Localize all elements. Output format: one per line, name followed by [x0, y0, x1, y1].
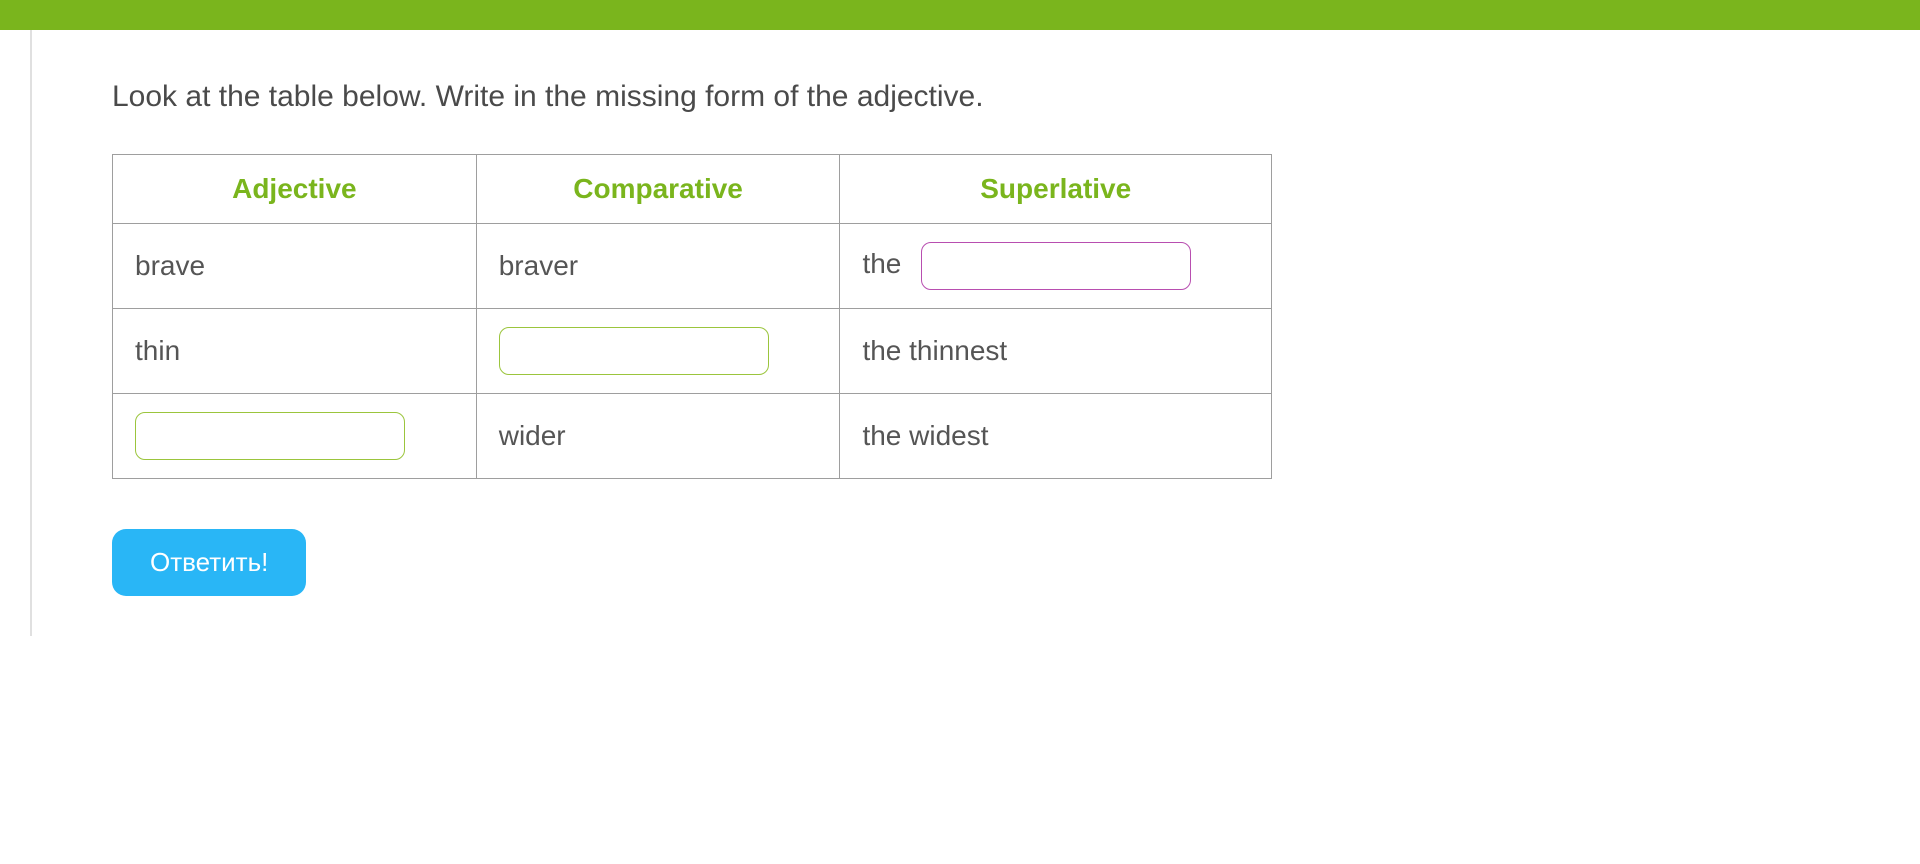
cell-superlative-widest: the widest [840, 394, 1272, 479]
answer-button[interactable]: Ответить! [112, 529, 306, 596]
content-wrapper: Look at the table below. Write in the mi… [30, 30, 1920, 636]
table-row: thin the thinnest [113, 309, 1272, 394]
cell-superlative-brave: the [840, 224, 1272, 309]
top-bar [0, 0, 1920, 30]
comparative-input-thin[interactable] [499, 327, 769, 375]
header-comparative: Comparative [476, 155, 840, 224]
cell-comparative-braver: braver [476, 224, 840, 309]
instruction-text: Look at the table below. Write in the mi… [112, 80, 1840, 114]
cell-adjective-thin: thin [113, 309, 477, 394]
table-header-row: Adjective Comparative Superlative [113, 155, 1272, 224]
cell-superlative-thinnest: the thinnest [840, 309, 1272, 394]
cell-adjective-brave: brave [113, 224, 477, 309]
cell-comparative-thin [476, 309, 840, 394]
table-row: brave braver the [113, 224, 1272, 309]
cell-comparative-wider: wider [476, 394, 840, 479]
adjective-table: Adjective Comparative Superlative brave … [112, 154, 1272, 479]
adjective-input-wide[interactable] [135, 412, 405, 460]
superlative-input-brave[interactable] [921, 242, 1191, 290]
header-superlative: Superlative [840, 155, 1272, 224]
cell-adjective-wide [113, 394, 477, 479]
header-adjective: Adjective [113, 155, 477, 224]
superlative-prefix: the [862, 248, 901, 279]
table-row: wider the widest [113, 394, 1272, 479]
